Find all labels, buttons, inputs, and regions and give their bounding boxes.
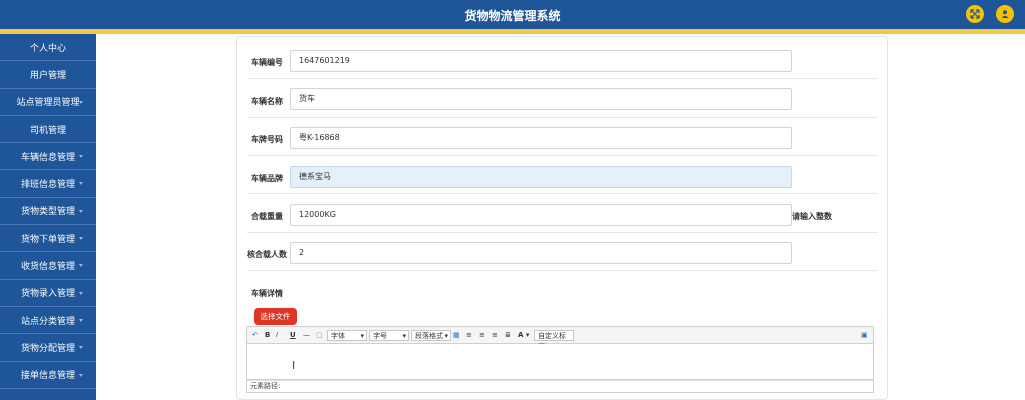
table-icon[interactable]: ▦ [453,330,460,341]
italic-icon[interactable]: I [276,330,278,341]
fullscreen-button[interactable] [966,5,984,23]
sidebar-item-label: 个人中心 [29,43,66,54]
chevron-down-icon [79,264,83,268]
sidebar-item-label: 收货信息管理 [20,262,75,273]
app-title: 货物物流管理系统 [464,9,561,23]
chevron-down-icon [79,318,83,322]
plate-input[interactable]: 粤K-16868 [290,127,792,149]
sidebar-item-order-accept[interactable]: 接单信息管理 [0,362,96,389]
vehicle-no-label: 车辆编号 [251,58,283,67]
user-button[interactable] [996,5,1014,23]
custom-title-select[interactable]: 自定义标题▾ [534,330,574,351]
user-icon [1001,10,1009,18]
underline-icon[interactable]: U [290,330,296,341]
chevron-down-icon [79,155,83,159]
sidebar-item-profile[interactable]: 个人中心 [0,34,96,62]
sidebar-item-label: 站点管理员管理 [16,98,80,109]
align-center-icon[interactable]: ≡ [479,330,485,341]
chevron-down-icon [79,373,83,377]
form-row-vehicle-name: 车辆名称 货车 [247,79,878,118]
sidebar-item-vehicles[interactable]: 车辆信息管理 [0,143,96,171]
font-size-select[interactable]: 字号 ▾ [369,330,409,341]
chevron-down-icon [79,346,83,350]
passengers-input[interactable]: 2 [290,242,792,264]
chevron-down-icon [79,182,83,186]
align-justify-icon[interactable]: ≣ [505,330,511,341]
passengers-label: 核合载人数 [247,250,287,259]
sidebar-item-site-admins[interactable]: 站点管理员管理 [0,89,96,116]
rich-text-editor[interactable] [246,344,874,380]
sidebar-item-label: 接单信息管理 [20,371,75,382]
paragraph-select-label: 段落格式 [415,332,443,340]
align-right-icon[interactable]: ≡ [492,330,498,341]
expand-icon [970,9,980,19]
load-weight-input[interactable]: 12000KG [290,204,792,226]
details-label: 车辆详情 [251,289,283,298]
chevron-down-icon [79,209,83,213]
vehicle-name-label: 车辆名称 [251,97,283,106]
font-size-select-label: 字号 [373,332,387,340]
sidebar-item-label: 货物类型管理 [20,207,75,218]
sidebar-item-cargo-allocation[interactable]: 货物分配管理 [0,334,96,362]
horizontal-rule-icon[interactable]: — [303,330,310,341]
form-row-vehicle-no: 车辆编号 1647601219 [247,41,878,79]
caret-down-icon: ▾ [402,332,406,340]
sidebar-item-label: 司机管理 [29,125,66,136]
plate-label: 车牌号码 [251,135,283,144]
sidebar-item-users[interactable]: 用户管理 [0,61,96,89]
clear-format-icon[interactable]: ▢ [316,330,323,341]
align-left-icon[interactable]: ≡ [466,330,472,341]
vehicle-name-input[interactable]: 货车 [290,88,792,110]
form-row-brand: 车辆品牌 德系宝马 [247,156,878,194]
load-weight-hint: 请输入整数 [792,212,832,221]
sidebar-item-drivers[interactable]: 司机管理 [0,116,96,144]
header-accent-bar [0,29,1025,34]
font-family-select[interactable]: 字体 ▾ [327,330,367,341]
sidebar-item-label: 货物分配管理 [20,343,75,354]
undo-icon[interactable]: ↶ [252,330,258,341]
font-family-select-label: 字体 [331,332,345,340]
editor-toolbar: ↶ B I U — ▢ 字体 ▾ 字号 ▾ 段落格式 ▾ ▦ ≡ ≡ ≡ ≣ A ▾ … [246,326,874,351]
form-row-load-weight: 合载重量 12000KG 请输入整数 [247,194,878,233]
fullscreen-editor-icon[interactable]: ▣ [861,330,868,341]
sidebar-item-site-categories[interactable]: 站点分类管理 [0,307,96,335]
sidebar-item-schedules[interactable]: 排班信息管理 [0,170,96,198]
form-row-passengers: 核合载人数 2 [247,233,878,271]
sidebar: 个人中心 用户管理 站点管理员管理 司机管理 车辆信息管理 排班信息管理 货物类… [0,34,96,400]
sidebar-item-label: 站点分类管理 [20,316,75,327]
text-cursor-icon: I [292,359,296,372]
chevron-down-icon [79,237,83,241]
vehicle-no-input[interactable]: 1647601219 [290,50,792,72]
caret-down-icon: ▾ [360,332,364,340]
sidebar-item-cargo-entry[interactable]: 货物录入管理 [0,280,96,307]
sidebar-item-label: 排班信息管理 [20,180,75,191]
sidebar-item-label: 用户管理 [29,70,66,81]
caret-down-icon: ▾ [444,332,448,340]
sidebar-item-receipts[interactable]: 收货信息管理 [0,252,96,280]
load-weight-label: 合载重量 [251,212,283,221]
paragraph-select[interactable]: 段落格式 ▾ [411,330,451,341]
sidebar-item-cargo-orders[interactable]: 货物下单管理 [0,225,96,253]
element-path-bar: 元素路径: [246,380,874,393]
sidebar-item-cargo-types[interactable]: 货物类型管理 [0,198,96,226]
bold-icon[interactable]: B [265,330,270,341]
brand-input[interactable]: 德系宝马 [290,166,792,188]
sidebar-item-label: 货物下单管理 [20,234,75,245]
chevron-down-icon [79,100,83,104]
font-color-icon[interactable]: A ▾ [518,330,529,341]
choose-file-button[interactable]: 选择文件 [254,308,297,325]
form-row-plate: 车牌号码 粤K-16868 [247,118,878,156]
top-header: 货物物流管理系统 [0,0,1025,29]
sidebar-item-label: 车辆信息管理 [20,152,75,163]
chevron-down-icon [79,291,83,295]
brand-label: 车辆品牌 [251,174,283,183]
sidebar-item-label: 货物录入管理 [20,289,75,300]
